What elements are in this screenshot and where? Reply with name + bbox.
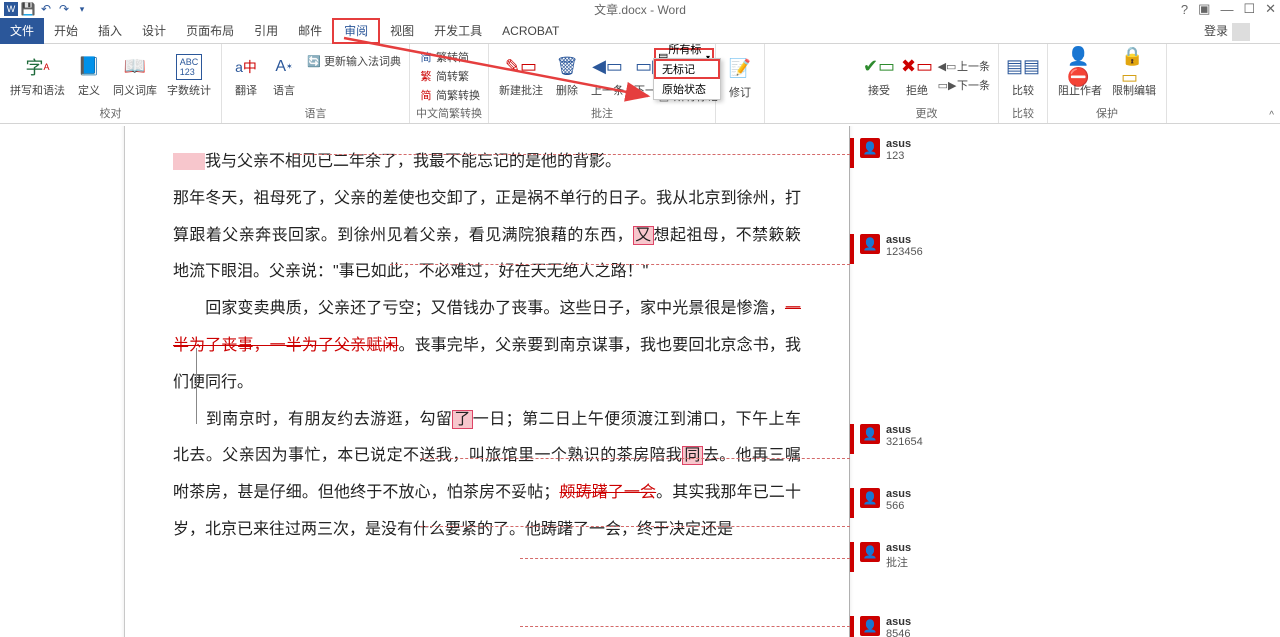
restrict-edit-button[interactable]: 🔒▭限制编辑 (1108, 52, 1160, 100)
login-link[interactable]: 登录 (1204, 22, 1250, 41)
tab-mailings[interactable]: 邮件 (288, 18, 332, 44)
avatar-icon: 👤 (860, 138, 880, 158)
deleted-text: 颇踌躇了一会 (559, 484, 656, 501)
avatar-icon: 👤 (860, 488, 880, 508)
translate-button[interactable]: a中翻译 (228, 52, 264, 100)
prev-change-button[interactable]: ◀▭上一条 (937, 57, 992, 75)
word-icon: W (4, 2, 18, 16)
comment-bar (850, 616, 854, 637)
delete-comment-button[interactable]: 🗑删除 (549, 52, 585, 100)
markup-menu: 无标记 原始状态 (653, 58, 721, 100)
redo-icon[interactable]: ↷ (56, 1, 72, 17)
minimize-icon[interactable]: — (1220, 2, 1233, 17)
group-tracking: 📝修订 (716, 44, 765, 123)
avatar-icon (1232, 23, 1250, 41)
comment-bar (850, 138, 854, 168)
comment-item[interactable]: 👤 asus123456 (860, 234, 923, 258)
highlight (173, 153, 205, 170)
connector-line (420, 526, 850, 527)
group-proofing: 字A拼写和语法 📘定义 📖同义词库 ABC123字数统计 校对 (0, 44, 222, 123)
ribbon-options-icon[interactable]: ▣ (1198, 1, 1210, 17)
compare-button[interactable]: ▤▤比较 (1005, 52, 1041, 100)
insertion-bar (196, 348, 197, 386)
accept-button[interactable]: ✔▭接受 (861, 52, 897, 100)
connector-line (520, 558, 850, 559)
highlight: 同 (682, 446, 702, 465)
simp-trad-conv-button[interactable]: 简简繁转换 (416, 86, 482, 104)
previous-comment-button[interactable]: ◀▭上一条 (587, 52, 628, 100)
avatar-icon: 👤 (860, 234, 880, 254)
comment-bar (850, 424, 854, 454)
comment-item[interactable]: 👤 asus321654 (860, 424, 923, 448)
track-changes-button[interactable]: 📝修订 (722, 54, 758, 102)
language-button[interactable]: A✶语言 (266, 52, 302, 100)
avatar-icon: 👤 (860, 616, 880, 636)
quick-access-toolbar: W 💾 ↶ ↷ ▾ (4, 1, 90, 17)
help-icon[interactable]: ? (1181, 2, 1188, 17)
simp-trad-button[interactable]: 繁简转繁 (416, 67, 482, 85)
window-title: 文章.docx - Word (594, 1, 686, 18)
tab-home[interactable]: 开始 (44, 18, 88, 44)
trad-simp-button[interactable]: 简繁转简 (416, 48, 482, 66)
comment-item[interactable]: 👤 asus批注 (860, 542, 911, 570)
no-markup-option[interactable]: 无标记 (654, 59, 720, 79)
group-chinese-conv: 简繁转简 繁简转繁 简简繁转换 中文简繁转换 (410, 44, 489, 123)
tab-references[interactable]: 引用 (244, 18, 288, 44)
connector-line (390, 264, 850, 265)
spelling-button[interactable]: 字A拼写和语法 (6, 52, 69, 100)
page: 我与父亲不相见已二年余了，我最不能忘记的是他的背影。 那年冬天，祖母死了，父亲的… (124, 126, 850, 637)
comment-item[interactable]: 👤 asus8546 (860, 616, 911, 637)
page-content[interactable]: 我与父亲不相见已二年余了，我最不能忘记的是他的背影。 那年冬天，祖母死了，父亲的… (125, 126, 849, 559)
group-protect: 👤⛔阻止作者 🔒▭限制编辑 保护 (1048, 44, 1167, 123)
reject-button[interactable]: ✖▭拒绝 (899, 52, 935, 100)
highlight: 了 (452, 410, 472, 429)
avatar-icon: 👤 (860, 424, 880, 444)
close-icon[interactable]: ✕ (1265, 1, 1276, 17)
tab-insert[interactable]: 插入 (88, 18, 132, 44)
save-icon[interactable]: 💾 (20, 1, 36, 17)
original-option[interactable]: 原始状态 (654, 79, 720, 99)
next-change-button[interactable]: ▭▶下一条 (937, 76, 992, 94)
ribbon-tabs: 文件 开始 插入 设计 页面布局 引用 邮件 审阅 视图 开发工具 ACROBA… (0, 18, 1280, 44)
title-bar: W 💾 ↶ ↷ ▾ 文章.docx - Word ? ▣ — ☐ ✕ (0, 0, 1280, 18)
thesaurus-button[interactable]: 📖同义词库 (109, 52, 161, 100)
undo-icon[interactable]: ↶ (38, 1, 54, 17)
group-language: a中翻译 A✶语言 🔄更新输入法词典 语言 (222, 44, 410, 123)
comment-item[interactable]: 👤 asus566 (860, 488, 911, 512)
block-authors-button[interactable]: 👤⛔阻止作者 (1054, 52, 1106, 100)
tab-view[interactable]: 视图 (380, 18, 424, 44)
tab-review[interactable]: 审阅 (332, 18, 380, 44)
document-area: 我与父亲不相见已二年余了，我最不能忘记的是他的背影。 那年冬天，祖母死了，父亲的… (0, 126, 1280, 637)
wordcount-button[interactable]: ABC123字数统计 (163, 52, 215, 100)
highlight: 又 (633, 226, 653, 245)
window-controls: ? ▣ — ☐ ✕ (1181, 1, 1276, 17)
connector-line (294, 154, 850, 155)
connector-line (520, 626, 850, 627)
group-compare: ▤▤比较 比较 (999, 44, 1048, 123)
insertion-bar (196, 386, 197, 424)
connector-line (420, 458, 850, 459)
comment-bar (850, 542, 854, 572)
maximize-icon[interactable]: ☐ (1243, 1, 1255, 17)
comment-item[interactable]: 👤 asus123 (860, 138, 911, 162)
qat-dropdown-icon[interactable]: ▾ (74, 1, 90, 17)
comment-bar (850, 488, 854, 518)
ribbon-body: 字A拼写和语法 📘定义 📖同义词库 ABC123字数统计 校对 a中翻译 A✶语… (0, 44, 1280, 124)
tab-layout[interactable]: 页面布局 (176, 18, 244, 44)
avatar-icon: 👤 (860, 542, 880, 562)
group-changes: ✔▭接受 ✖▭拒绝 ◀▭上一条 ▭▶下一条 更改 (855, 44, 999, 123)
collapse-ribbon-icon[interactable]: ^ (1269, 110, 1274, 121)
tab-file[interactable]: 文件 (0, 18, 44, 44)
tab-developer[interactable]: 开发工具 (424, 18, 492, 44)
tab-design[interactable]: 设计 (132, 18, 176, 44)
define-button[interactable]: 📘定义 (71, 52, 107, 100)
tab-acrobat[interactable]: ACROBAT (492, 18, 569, 44)
update-ime-button[interactable]: 🔄更新输入法词典 (304, 52, 403, 70)
new-comment-button[interactable]: ✎▭新建批注 (495, 52, 547, 100)
comment-bar (850, 234, 854, 264)
